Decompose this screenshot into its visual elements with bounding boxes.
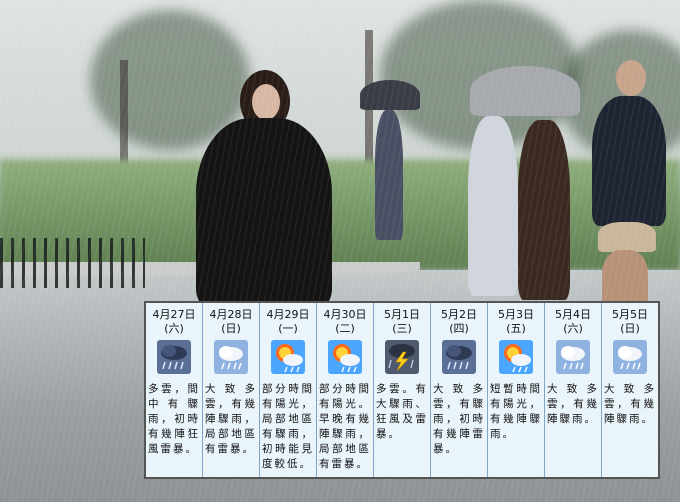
forecast-weekday: (二) — [335, 322, 355, 335]
sunny-periods-showers-icon — [499, 340, 533, 374]
forecast-weekday: (日) — [620, 322, 640, 335]
forecast-day: 4月28日 (日) 大致多雲，有幾陣驟雨，局部地區有雷暴。 — [202, 303, 259, 477]
forecast-description: 短暫時間有陽光，有幾陣驟雨。 — [490, 383, 542, 440]
forecast-description: 大致多雲，有幾陣驟雨。 — [604, 383, 656, 425]
forecast-weekday: (六) — [164, 322, 184, 335]
forecast-date: 5月5日 — [612, 308, 648, 321]
forecast-day: 4月30日 (二) 部分時間有陽光。早晚有幾陣驟雨，局部地區有雷暴。 — [316, 303, 373, 477]
forecast-description: 部分時間有陽光。早晚有幾陣驟雨，局部地區有雷暴。 — [319, 383, 371, 470]
rain-thunderstorm-icon — [157, 340, 191, 374]
forecast-day: 5月3日 (五) 短暫時間有陽光，有幾陣驟雨。 — [487, 303, 544, 477]
forecast-description: 大致多雲，有驟雨，初時有幾陣雷暴。 — [433, 383, 485, 455]
nine-day-forecast-table: 4月27日 (六) 多雲，間中有驟雨，初時有幾陣狂風雷暴。 4月28日 (日) 大致多雲，… — [144, 301, 660, 479]
forecast-description: 大致多雲，有幾陣驟雨。 — [547, 383, 599, 425]
thunderstorm-icon — [385, 340, 419, 374]
forecast-day: 4月29日 (一) 部分時間有陽光，局部地區有驟雨，初時能見度較低。 — [259, 303, 316, 477]
forecast-weekday: (三) — [392, 322, 412, 335]
forecast-date: 5月2日 — [441, 308, 477, 321]
forecast-weekday: (日) — [221, 322, 241, 335]
forecast-day: 5月2日 (四) 大致多雲，有驟雨，初時有幾陣雷暴。 — [430, 303, 487, 477]
showers-icon — [214, 340, 248, 374]
forecast-weekday: (五) — [506, 322, 526, 335]
forecast-day: 5月1日 (三) 多雲。有大驟雨、狂風及雷暴。 — [373, 303, 430, 477]
forecast-date: 5月1日 — [384, 308, 420, 321]
forecast-weekday: (六) — [563, 322, 583, 335]
forecast-description: 部分時間有陽光，局部地區有驟雨，初時能見度較低。 — [262, 383, 314, 470]
forecast-date: 4月27日 — [152, 308, 196, 321]
forecast-date: 5月3日 — [498, 308, 534, 321]
forecast-day: 4月27日 (六) 多雲，間中有驟雨，初時有幾陣狂風雷暴。 — [146, 303, 202, 477]
forecast-date: 4月29日 — [266, 308, 310, 321]
forecast-weekday: (四) — [449, 322, 469, 335]
forecast-day: 5月4日 (六) 大致多雲，有幾陣驟雨。 — [544, 303, 601, 477]
forecast-date: 4月30日 — [323, 308, 367, 321]
forecast-description: 多雲。有大驟雨、狂風及雷暴。 — [376, 383, 428, 440]
sunny-periods-showers-icon — [328, 340, 362, 374]
forecast-date: 4月28日 — [209, 308, 253, 321]
forecast-description: 多雲，間中有驟雨，初時有幾陣狂風雷暴。 — [148, 383, 200, 455]
forecast-date: 5月4日 — [555, 308, 591, 321]
showers-icon — [613, 340, 647, 374]
forecast-day: 5月5日 (日) 大致多雲，有幾陣驟雨。 — [601, 303, 658, 477]
forecast-weekday: (一) — [278, 322, 298, 335]
rain-thunderstorm-icon — [442, 340, 476, 374]
showers-icon — [556, 340, 590, 374]
forecast-description: 大致多雲，有幾陣驟雨，局部地區有雷暴。 — [205, 383, 257, 455]
sunny-periods-showers-icon — [271, 340, 305, 374]
